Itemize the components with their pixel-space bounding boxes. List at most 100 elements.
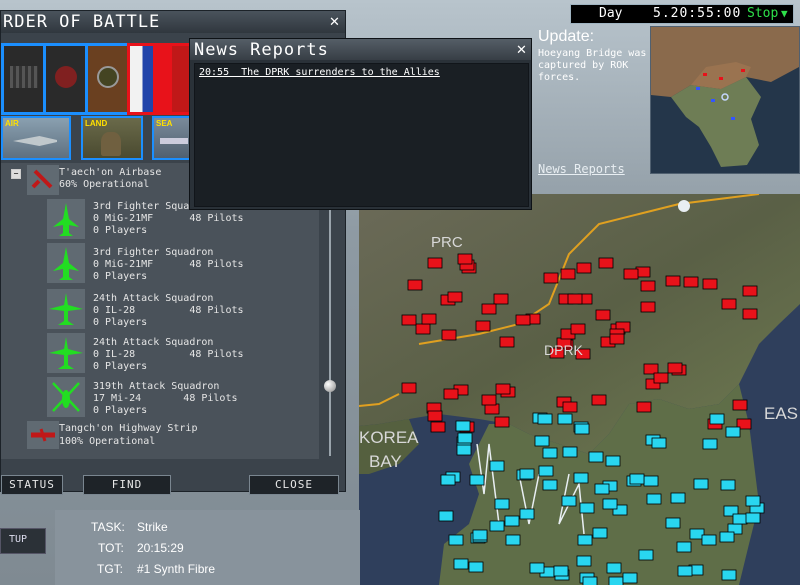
enemy-unit-icon[interactable]: [595, 309, 611, 321]
allied-unit-icon[interactable]: [720, 479, 736, 491]
enemy-unit-icon[interactable]: [427, 257, 443, 269]
enemy-unit-icon[interactable]: [515, 314, 531, 326]
oob-titlebar[interactable]: RDER OF BATTLE ✕: [1, 11, 345, 33]
enemy-unit-icon[interactable]: [623, 268, 639, 280]
allied-unit-icon[interactable]: [576, 555, 592, 567]
news-titlebar[interactable]: News Reports ✕: [190, 39, 531, 60]
enemy-unit-icon[interactable]: [407, 279, 423, 291]
allied-unit-icon[interactable]: [557, 413, 573, 425]
stop-dropdown-icon[interactable]: ▼: [781, 7, 788, 20]
allied-unit-icon[interactable]: [455, 420, 471, 432]
airbase-row[interactable]: [27, 165, 59, 195]
enemy-unit-icon[interactable]: [560, 268, 576, 280]
news-item[interactable]: 20:55 The DPRK surrenders to the Allies: [199, 67, 440, 78]
allied-unit-icon[interactable]: [489, 520, 505, 532]
enemy-unit-icon[interactable]: [401, 314, 417, 326]
allied-unit-icon[interactable]: [542, 447, 558, 459]
category-land-tab[interactable]: LAND: [81, 116, 143, 160]
news-close-icon[interactable]: ✕: [516, 42, 528, 58]
allied-unit-icon[interactable]: [638, 549, 654, 561]
enemy-unit-icon[interactable]: [640, 280, 656, 292]
allied-unit-icon[interactable]: [702, 438, 718, 450]
enemy-unit-icon[interactable]: [721, 298, 737, 310]
enemy-unit-icon[interactable]: [475, 320, 491, 332]
enemy-unit-icon[interactable]: [401, 382, 417, 394]
allied-unit-icon[interactable]: [670, 492, 686, 504]
faction-flag-1[interactable]: [1, 43, 49, 115]
squadron-row[interactable]: [47, 289, 85, 329]
allied-unit-icon[interactable]: [622, 572, 638, 584]
allied-unit-icon[interactable]: [577, 534, 593, 546]
enemy-unit-icon[interactable]: [430, 421, 446, 433]
allied-unit-icon[interactable]: [440, 474, 456, 486]
allied-unit-icon[interactable]: [472, 529, 488, 541]
allied-unit-icon[interactable]: [519, 468, 535, 480]
faction-flag-3[interactable]: [85, 43, 133, 115]
oob-close-icon[interactable]: ✕: [329, 14, 341, 30]
enemy-unit-icon[interactable]: [562, 401, 578, 413]
allied-unit-icon[interactable]: [646, 493, 662, 505]
stop-button[interactable]: Stop: [747, 6, 778, 21]
minimap[interactable]: [650, 26, 800, 174]
enemy-unit-icon[interactable]: [427, 410, 443, 422]
enemy-unit-icon[interactable]: [576, 262, 592, 274]
allied-unit-icon[interactable]: [562, 446, 578, 458]
category-sea-tab[interactable]: SEA: [152, 116, 194, 160]
allied-unit-icon[interactable]: [592, 527, 608, 539]
allied-unit-icon[interactable]: [588, 451, 604, 463]
allied-unit-icon[interactable]: [519, 508, 535, 520]
airbase-row[interactable]: [27, 421, 59, 449]
allied-unit-icon[interactable]: [605, 455, 621, 467]
allied-unit-icon[interactable]: [643, 475, 659, 487]
allied-unit-icon[interactable]: [574, 423, 590, 435]
theater-map[interactable]: PRC DPRK KOREA BAY EAS: [359, 194, 800, 585]
allied-unit-icon[interactable]: [693, 478, 709, 490]
allied-unit-icon[interactable]: [579, 502, 595, 514]
allied-unit-icon[interactable]: [709, 413, 725, 425]
allied-unit-icon[interactable]: [457, 432, 473, 444]
allied-unit-icon[interactable]: [732, 513, 748, 525]
allied-unit-icon[interactable]: [725, 426, 741, 438]
squadron-row[interactable]: [47, 199, 85, 239]
enemy-unit-icon[interactable]: [493, 293, 509, 305]
enemy-unit-icon[interactable]: [570, 323, 586, 335]
allied-unit-icon[interactable]: [538, 465, 554, 477]
allied-unit-icon[interactable]: [504, 515, 520, 527]
allied-unit-icon[interactable]: [676, 541, 692, 553]
enemy-unit-icon[interactable]: [683, 276, 699, 288]
allied-unit-icon[interactable]: [721, 569, 737, 581]
enemy-unit-icon[interactable]: [543, 272, 559, 284]
scrollbar-thumb[interactable]: [324, 380, 336, 392]
enemy-unit-icon[interactable]: [640, 301, 656, 313]
squadron-row[interactable]: [47, 243, 85, 283]
allied-unit-icon[interactable]: [529, 562, 545, 574]
allied-unit-icon[interactable]: [594, 483, 610, 495]
allied-unit-icon[interactable]: [469, 474, 485, 486]
enemy-unit-icon[interactable]: [494, 416, 510, 428]
enemy-unit-icon[interactable]: [653, 372, 669, 384]
enemy-unit-icon[interactable]: [636, 401, 652, 413]
allied-unit-icon[interactable]: [505, 534, 521, 546]
allied-unit-icon[interactable]: [745, 512, 761, 524]
enemy-unit-icon[interactable]: [591, 394, 607, 406]
enemy-unit-icon[interactable]: [443, 388, 459, 400]
enemy-unit-icon[interactable]: [441, 329, 457, 341]
enemy-unit-icon[interactable]: [732, 399, 748, 411]
enemy-unit-icon[interactable]: [702, 278, 718, 290]
news-reports-link[interactable]: News Reports: [538, 162, 625, 176]
enemy-unit-icon[interactable]: [499, 336, 515, 348]
allied-unit-icon[interactable]: [665, 517, 681, 529]
collapse-toggle-icon[interactable]: −: [11, 169, 21, 179]
allied-unit-icon[interactable]: [561, 495, 577, 507]
allied-unit-icon[interactable]: [534, 435, 550, 447]
allied-unit-icon[interactable]: [456, 444, 472, 456]
find-button[interactable]: FIND: [83, 475, 171, 495]
close-button[interactable]: CLOSE: [249, 475, 339, 495]
allied-unit-icon[interactable]: [537, 413, 553, 425]
faction-flag-4[interactable]: [127, 43, 175, 115]
allied-unit-icon[interactable]: [494, 498, 510, 510]
enemy-unit-icon[interactable]: [495, 383, 511, 395]
allied-unit-icon[interactable]: [677, 565, 693, 577]
allied-unit-icon[interactable]: [602, 498, 618, 510]
enemy-unit-icon[interactable]: [609, 333, 625, 345]
